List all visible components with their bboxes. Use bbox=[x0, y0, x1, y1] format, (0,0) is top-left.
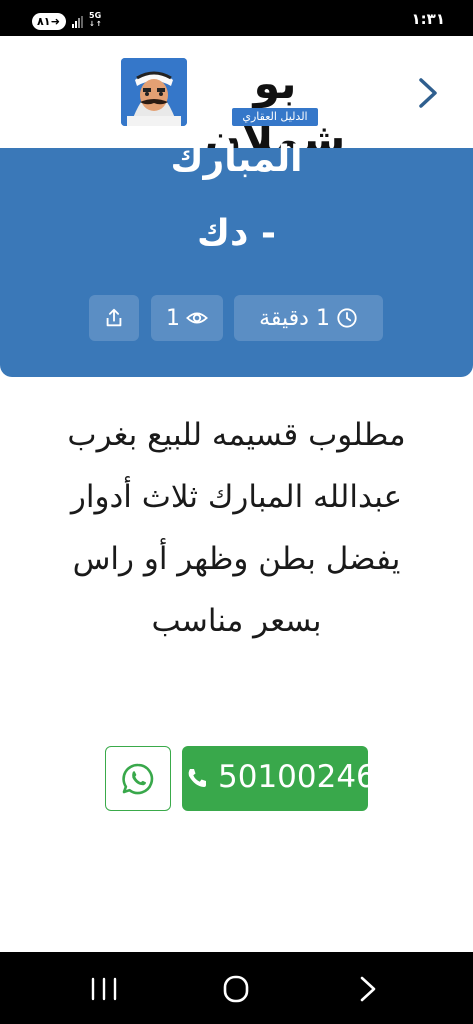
post-title-line2: - دك bbox=[197, 213, 276, 254]
logo-subtitle: الدليل العقاري bbox=[232, 108, 318, 126]
post-description: مطلوب قسيمه للبيع بغرب عبدالله المبارك ث… bbox=[67, 417, 406, 639]
navigation-bar bbox=[0, 952, 473, 1024]
phone-icon bbox=[188, 769, 206, 787]
phone-number: 50100246 bbox=[218, 759, 368, 795]
share-icon bbox=[106, 308, 122, 327]
eye-icon bbox=[186, 312, 208, 324]
logo-avatar bbox=[121, 58, 187, 126]
views-chip: 1 bbox=[151, 295, 223, 341]
charging-icon: ➜ bbox=[50, 15, 60, 28]
recents-button[interactable] bbox=[84, 972, 124, 1006]
home-icon bbox=[223, 975, 249, 1003]
network-type: 5G ↓↑ bbox=[89, 11, 103, 29]
back-button[interactable] bbox=[412, 76, 444, 110]
logo-character-icon bbox=[121, 58, 187, 126]
back-nav-button[interactable] bbox=[348, 972, 388, 1006]
back-icon bbox=[360, 976, 376, 1002]
battery-level: ٨١ bbox=[37, 15, 51, 28]
post-card: المبارك - دك 1 دقيقة 1 bbox=[0, 139, 473, 377]
status-bar: ٨١ ➜ 5G ↓↑ ١:٣١ bbox=[0, 0, 473, 36]
screen: ٨١ ➜ 5G ↓↑ ١:٣١ بو شملان الدليل العقاري … bbox=[0, 0, 473, 1024]
battery-indicator: ٨١ ➜ bbox=[32, 13, 66, 30]
time-ago-chip: 1 دقيقة bbox=[234, 295, 383, 341]
whatsapp-button[interactable] bbox=[105, 746, 171, 811]
home-button[interactable] bbox=[216, 972, 256, 1006]
status-time: ١:٣١ bbox=[411, 10, 445, 28]
post-title-line1: المبارك bbox=[170, 139, 303, 180]
share-button[interactable] bbox=[89, 295, 139, 341]
views-count: 1 bbox=[166, 305, 180, 331]
recents-icon bbox=[91, 977, 117, 1001]
time-ago-text: 1 دقيقة bbox=[259, 305, 330, 331]
phone-call-button[interactable]: 50100246 bbox=[182, 746, 368, 811]
chevron-right-icon bbox=[419, 78, 437, 108]
signal-icon bbox=[72, 16, 86, 28]
whatsapp-icon bbox=[122, 763, 154, 794]
clock-icon bbox=[337, 308, 357, 328]
